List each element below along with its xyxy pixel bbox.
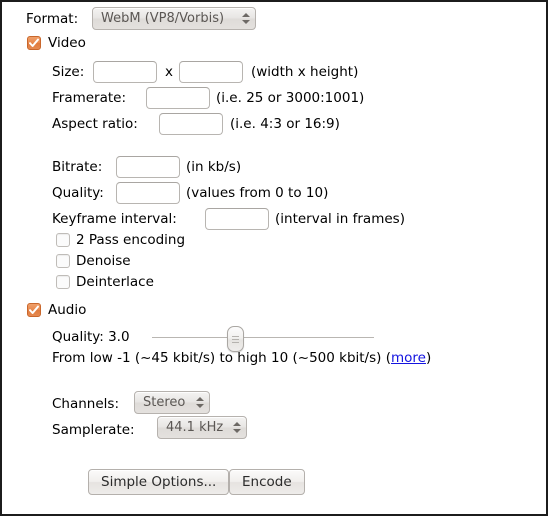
aspect-ratio-label: Aspect ratio: <box>52 116 138 132</box>
audio-section-label: Audio <box>48 302 87 318</box>
encode-button[interactable]: Encode <box>229 469 305 495</box>
video-quality-input[interactable] <box>116 182 180 204</box>
samplerate-dropdown[interactable]: 44.1 kHz <box>157 416 247 439</box>
audio-quality-label: Quality: 3.0 <box>52 329 130 345</box>
size-height-input[interactable] <box>179 61 243 83</box>
keyframe-interval-input[interactable] <box>205 208 269 230</box>
channels-dropdown-value: Stereo <box>143 395 186 410</box>
size-separator-label: x <box>165 64 173 80</box>
aspect-ratio-hint: (i.e. 4:3 or 16:9) <box>230 116 340 132</box>
simple-options-button[interactable]: Simple Options... <box>88 469 230 495</box>
video-section-label: Video <box>48 35 86 51</box>
framerate-input[interactable] <box>146 87 210 109</box>
format-label: Format: <box>26 11 79 27</box>
samplerate-label: Samplerate: <box>52 422 135 438</box>
chevron-updown-icon <box>241 13 250 24</box>
video-quality-label: Quality: <box>52 185 104 201</box>
two-pass-encoding-label: 2 Pass encoding <box>76 232 186 248</box>
channels-dropdown[interactable]: Stereo <box>134 391 210 414</box>
format-dropdown-value: WebM (VP8/Vorbis) <box>101 11 225 26</box>
denoise-checkbox[interactable] <box>56 254 70 268</box>
aspect-ratio-input[interactable] <box>159 113 223 135</box>
size-label: Size: <box>52 64 85 80</box>
chevron-updown-icon <box>195 397 204 408</box>
audio-quality-slider-handle[interactable] <box>227 326 244 352</box>
video-quality-hint: (values from 0 to 10) <box>186 185 329 201</box>
framerate-label: Framerate: <box>52 90 127 106</box>
chevron-updown-icon <box>232 422 241 433</box>
bitrate-label: Bitrate: <box>52 159 103 175</box>
size-width-input[interactable] <box>93 61 157 83</box>
keyframe-interval-label: Keyframe interval: <box>52 211 177 227</box>
audio-quality-slider-track[interactable] <box>152 337 374 338</box>
samplerate-dropdown-value: 44.1 kHz <box>166 420 224 435</box>
audio-enable-checkbox[interactable] <box>27 303 41 317</box>
audio-range-text-after: ) <box>425 350 432 366</box>
deinterlace-label: Deinterlace <box>76 274 154 290</box>
size-hint: (width x height) <box>251 64 359 80</box>
keyframe-interval-hint: (interval in frames) <box>275 211 405 227</box>
bitrate-input[interactable] <box>116 156 180 178</box>
video-enable-checkbox[interactable] <box>27 36 41 50</box>
denoise-label: Denoise <box>76 253 131 269</box>
deinterlace-checkbox[interactable] <box>56 275 70 289</box>
framerate-hint: (i.e. 25 or 3000:1001) <box>216 90 365 106</box>
format-dropdown[interactable]: WebM (VP8/Vorbis) <box>92 7 256 30</box>
two-pass-encoding-checkbox[interactable] <box>56 233 70 247</box>
audio-range-text-before: From low -1 (~45 kbit/s) to high 10 (~50… <box>52 350 391 366</box>
audio-quality-range-text: From low -1 (~45 kbit/s) to high 10 (~50… <box>52 350 432 366</box>
bitrate-hint: (in kb/s) <box>186 159 242 175</box>
audio-more-link[interactable]: more <box>391 350 426 366</box>
channels-label: Channels: <box>52 396 120 412</box>
encoder-options-dialog: Format: WebM (VP8/Vorbis) Video Size: x … <box>0 0 548 516</box>
